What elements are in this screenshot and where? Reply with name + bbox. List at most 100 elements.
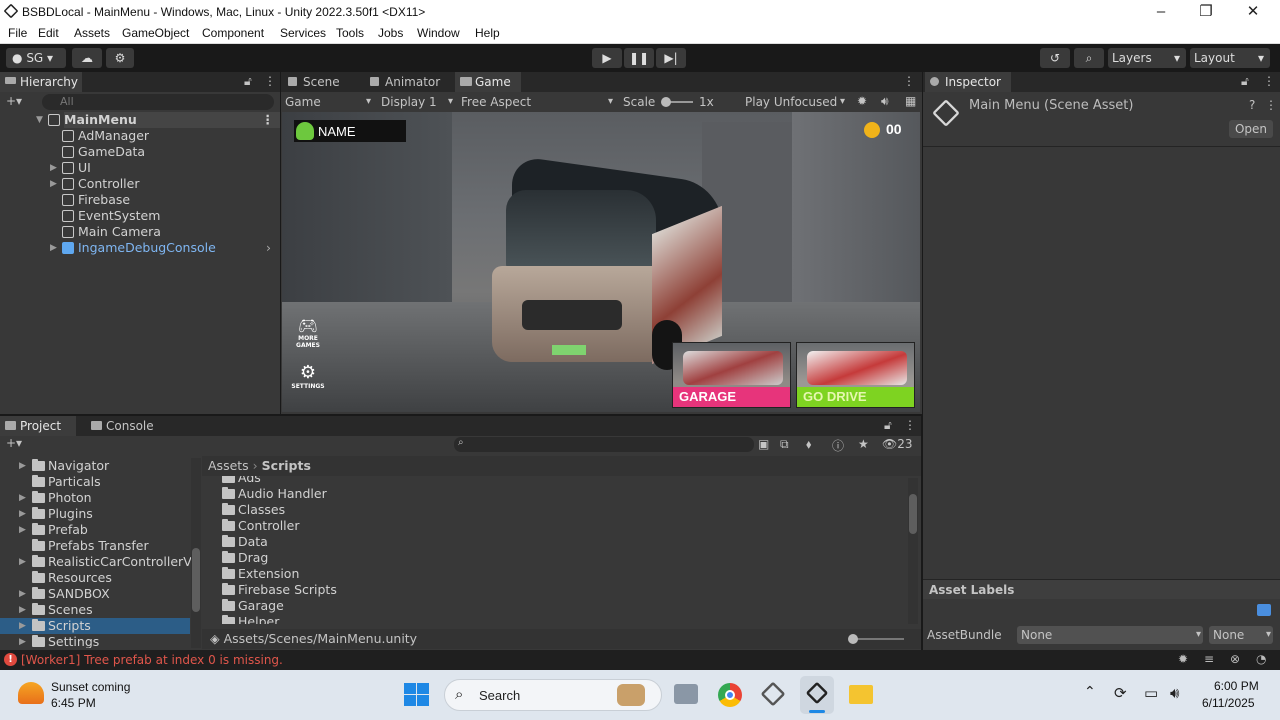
list-item[interactable]: Extension (222, 566, 299, 582)
more-icon[interactable]: ⋮ (904, 418, 916, 432)
lock-icon[interactable]: 🔓︎ (884, 418, 892, 433)
list-item[interactable]: Garage (222, 598, 284, 614)
more-icon[interactable]: ⋮ (903, 74, 915, 88)
tree-item[interactable]: ▶ Plugins (19, 506, 93, 522)
create-button[interactable]: +▾ (6, 436, 22, 450)
tag-icon[interactable]: ⬧ (806, 437, 811, 452)
tree-item[interactable]: ▶ Prefab (19, 522, 88, 538)
tree-item[interactable]: ▶ Navigator (19, 458, 109, 474)
stats-bug-icon[interactable]: ✹ (857, 94, 867, 108)
expand-arrow-icon[interactable]: ▼ (36, 112, 43, 128)
tree-item-selected[interactable]: ▶ Scripts (0, 618, 190, 634)
hierarchy-item[interactable]: ▶ UI (50, 160, 91, 176)
weather-icon[interactable] (18, 682, 44, 704)
tree-item[interactable]: ▶ Photon (19, 490, 92, 506)
scale-slider[interactable] (661, 97, 693, 107)
tab-hierarchy[interactable]: Hierarchy (0, 72, 82, 92)
scale-slider-knob[interactable] (661, 97, 671, 107)
expand-arrow-icon[interactable]: ▶ (19, 506, 26, 522)
breadcrumb-assets[interactable]: Assets (208, 458, 249, 473)
list-item[interactable]: Controller (222, 518, 300, 534)
expand-arrow-icon[interactable]: ▶ (19, 602, 26, 618)
expand-arrow-icon[interactable]: ▶ (19, 458, 26, 474)
play-button[interactable]: ▶ (592, 48, 622, 68)
list-scroll-thumb[interactable] (909, 494, 917, 534)
hierarchy-item[interactable]: AdManager (62, 128, 149, 144)
tab-project[interactable]: Project (0, 416, 76, 436)
icon-size-slider[interactable] (848, 634, 904, 644)
scene-row[interactable]: ▼ MainMenu ⋮ (36, 112, 280, 128)
status-bar[interactable]: ! [Worker1] Tree prefab at index 0 is mi… (0, 650, 1280, 670)
unity-editor-taskbar-button[interactable] (800, 676, 834, 714)
cloud-icon[interactable]: ☁ (72, 48, 102, 68)
status-message[interactable]: [Worker1] Tree prefab at index 0 is miss… (21, 653, 283, 667)
lock-icon[interactable]: 🔓︎ (1241, 74, 1249, 89)
aspect-dropdown[interactable]: Free Aspect (461, 93, 615, 111)
tab-console[interactable]: Console (86, 416, 160, 436)
maximize-button[interactable]: ❐ (1191, 2, 1221, 22)
asset-variant-dropdown[interactable]: None (1209, 626, 1273, 644)
hierarchy-search-input[interactable]: All (42, 94, 274, 110)
start-button[interactable] (404, 683, 430, 707)
sync-icon[interactable]: ⟳ (1114, 684, 1127, 702)
more-icon[interactable]: ⋮ (264, 74, 276, 88)
tab-inspector[interactable]: Inspector (925, 72, 1011, 92)
step-button[interactable]: ▶| (656, 48, 686, 68)
expand-arrow-icon[interactable]: ▶ (19, 554, 26, 570)
go-drive-button[interactable]: GO DRIVE (796, 342, 915, 408)
more-icon[interactable]: ⋮ (1263, 74, 1275, 88)
chrome-icon[interactable] (718, 683, 742, 707)
lock-icon[interactable]: 🔓︎ (244, 74, 252, 89)
hierarchy-item[interactable]: Firebase (62, 192, 130, 208)
hierarchy-item[interactable]: Main Camera (62, 224, 161, 240)
menu-help[interactable]: Help (475, 26, 500, 40)
game-view[interactable]: NAME 00 🎮︎ MORE GAMES ⚙ SETTINGS GARAGE … (282, 112, 920, 412)
expand-arrow-icon[interactable]: ▶ (50, 240, 57, 256)
list-item[interactable]: Ads (222, 476, 261, 486)
tree-item[interactable]: ▶ SANDBOX (19, 586, 110, 602)
taskbar-search[interactable]: ⌕ Search (444, 679, 662, 711)
close-button[interactable]: ✕ (1238, 2, 1268, 22)
debug-icon[interactable]: ✹ (1178, 652, 1188, 666)
tab-scene[interactable]: Scene (283, 72, 357, 92)
settings-button[interactable]: ⚙ SETTINGS (290, 362, 326, 398)
show-hidden-icons[interactable]: ⌃ (1084, 684, 1096, 700)
menu-component[interactable]: Component (202, 26, 264, 40)
menu-edit[interactable]: Edit (38, 26, 59, 40)
tree-item[interactable]: ▶ Scenes (19, 602, 93, 618)
collab-icon[interactable]: ⚙ (106, 48, 134, 68)
volume-icon[interactable]: 🔊︎ (1170, 684, 1179, 702)
gizmos-grid-icon[interactable]: ▦ (905, 94, 916, 108)
help-icon[interactable]: ? (1249, 98, 1255, 112)
progress-icon[interactable]: ◔ (1256, 652, 1266, 666)
expand-arrow-icon[interactable]: ▶ (19, 634, 26, 648)
garage-button[interactable]: GARAGE (672, 342, 791, 408)
menu-services[interactable]: Services (280, 26, 326, 40)
tree-item[interactable]: ▶ Settings (19, 634, 99, 648)
add-button[interactable]: +▾ (6, 94, 36, 110)
display-dropdown[interactable]: Display 1 (381, 93, 455, 111)
list-item[interactable]: Firebase Scripts (222, 582, 337, 598)
hierarchy-item[interactable]: EventSystem (62, 208, 160, 224)
search-icon[interactable]: ⌕ (1074, 48, 1104, 68)
menu-jobs[interactable]: Jobs (378, 26, 403, 40)
network-icon[interactable]: ▭ (1144, 684, 1158, 702)
list-item[interactable]: Helper (222, 614, 279, 624)
weather-title[interactable]: Sunset coming (51, 680, 130, 694)
mute-audio-icon[interactable]: 🔊︎ (881, 94, 889, 109)
account-dropdown[interactable]: ● SG ▾ (6, 48, 66, 68)
network-icon[interactable]: ⊗ (1230, 652, 1240, 666)
stack-icon[interactable]: ≡ (1204, 652, 1214, 666)
clock-time[interactable]: 6:00 PM (1214, 679, 1259, 693)
hierarchy-item[interactable]: ▶ Controller (50, 176, 140, 192)
minimize-button[interactable]: – (1146, 2, 1176, 22)
info-circle-icon[interactable]: ⓘ (832, 437, 844, 454)
expand-arrow-icon[interactable]: ▶ (19, 522, 26, 538)
list-item[interactable]: Drag (222, 550, 268, 566)
history-icon[interactable]: ↺ (1040, 48, 1070, 68)
layers-dropdown[interactable]: Layers ▾ (1108, 48, 1186, 68)
layout-dropdown[interactable]: Layout ▾ (1190, 48, 1270, 68)
label-tag-icon[interactable] (1257, 604, 1271, 616)
project-search-input[interactable]: ⌕ (454, 437, 754, 452)
expand-arrow-icon[interactable]: ▶ (19, 490, 26, 506)
